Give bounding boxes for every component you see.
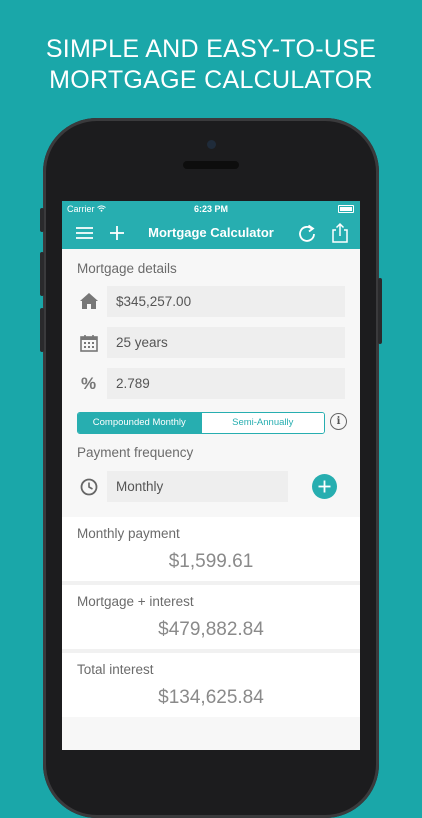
nav-bar: Mortgage Calculator — [62, 217, 360, 249]
compounded-monthly-option[interactable]: Compounded Monthly — [78, 413, 201, 433]
term-field[interactable]: 25 years — [107, 327, 345, 358]
volume-up-button — [40, 252, 44, 296]
promo-headline: SIMPLE AND EASY-TO-USE MORTGAGE CALCULAT… — [0, 34, 422, 96]
plus-circle-icon[interactable] — [312, 474, 337, 499]
loan-amount-field[interactable]: $345,257.00 — [107, 286, 345, 317]
total-interest-card: Total interest $134,625.84 — [62, 653, 360, 717]
payment-frequency-field[interactable]: Monthly — [107, 471, 288, 502]
total-interest-label: Total interest — [77, 662, 154, 677]
home-icon — [78, 290, 100, 312]
interest-rate-field[interactable]: 2.789 — [107, 368, 345, 399]
app-screen: Carrier 6:23 PM Mortgage Calculator Mort… — [62, 201, 360, 750]
info-icon[interactable]: i — [330, 413, 347, 430]
volume-down-button — [40, 308, 44, 352]
monthly-payment-label: Monthly payment — [77, 526, 180, 541]
promo-line-1: SIMPLE AND EASY-TO-USE — [45, 35, 377, 63]
status-bar: Carrier 6:23 PM — [62, 201, 360, 217]
earpiece-speaker — [183, 161, 239, 169]
percent-icon: % — [81, 374, 97, 393]
total-interest-value: $134,625.84 — [158, 687, 264, 708]
semi-annually-option[interactable]: Semi-Annually — [200, 413, 324, 433]
monthly-payment-card: Monthly payment $1,599.61 — [62, 517, 360, 581]
mortgage-plus-interest-card: Mortgage + interest $479,882.84 — [62, 585, 360, 649]
monthly-payment-value: $1,599.61 — [168, 551, 254, 572]
mute-switch — [40, 208, 44, 232]
battery-icon — [338, 205, 354, 213]
power-button — [378, 278, 382, 344]
mortgage-plus-interest-label: Mortgage + interest — [77, 594, 194, 609]
share-icon[interactable] — [329, 222, 351, 244]
clock-icon — [78, 476, 100, 498]
front-camera — [207, 140, 216, 149]
refresh-icon[interactable] — [296, 222, 318, 244]
mortgage-plus-interest-value: $479,882.84 — [158, 619, 264, 640]
calendar-icon — [78, 332, 100, 354]
promo-line-2: MORTGAGE CALCULATOR — [49, 66, 373, 94]
payment-frequency-label: Payment frequency — [77, 445, 194, 460]
mortgage-details-label: Mortgage details — [77, 261, 177, 276]
status-time: 6:23 PM — [193, 204, 228, 214]
compounding-toggle: Compounded Monthly Semi-Annually — [77, 412, 325, 434]
